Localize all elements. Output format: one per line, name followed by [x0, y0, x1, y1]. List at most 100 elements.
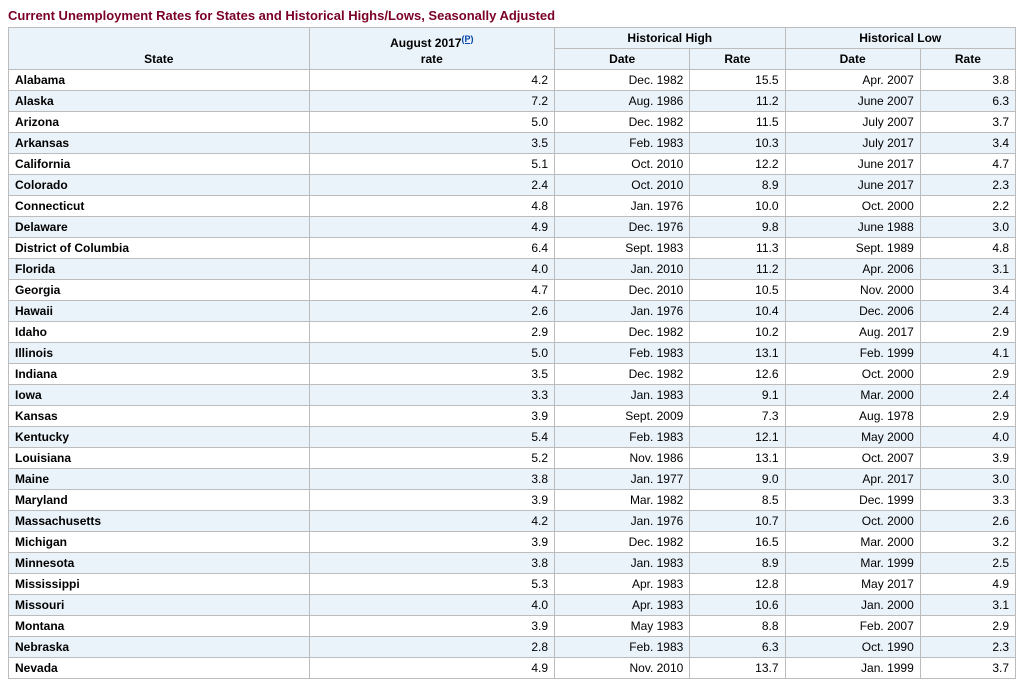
cell-high-date: Jan. 1983	[555, 553, 690, 574]
cell-state: Connecticut	[9, 196, 310, 217]
cell-current-rate: 5.4	[309, 427, 554, 448]
cell-low-rate: 2.2	[920, 196, 1015, 217]
cell-low-date: Jan. 2000	[785, 595, 920, 616]
cell-high-date: Dec. 1982	[555, 322, 690, 343]
unemployment-table: State August 2017(P) rate Historical Hig…	[8, 27, 1016, 679]
cell-high-date: Feb. 1983	[555, 427, 690, 448]
cell-state: Nevada	[9, 658, 310, 679]
cell-low-rate: 3.9	[920, 448, 1015, 469]
cell-low-rate: 3.4	[920, 133, 1015, 154]
cell-low-rate: 3.7	[920, 658, 1015, 679]
cell-high-date: Dec. 2010	[555, 280, 690, 301]
cell-high-rate: 9.0	[690, 469, 785, 490]
cell-high-date: Feb. 1983	[555, 343, 690, 364]
cell-state: District of Columbia	[9, 238, 310, 259]
cell-current-rate: 3.9	[309, 490, 554, 511]
cell-high-date: Sept. 1983	[555, 238, 690, 259]
cell-high-rate: 10.2	[690, 322, 785, 343]
cell-current-rate: 3.8	[309, 553, 554, 574]
cell-low-date: May 2000	[785, 427, 920, 448]
cell-low-rate: 6.3	[920, 91, 1015, 112]
cell-low-date: Jan. 1999	[785, 658, 920, 679]
cell-low-date: June 1988	[785, 217, 920, 238]
cell-low-date: Oct. 2000	[785, 196, 920, 217]
cell-state: Mississippi	[9, 574, 310, 595]
cell-high-rate: 16.5	[690, 532, 785, 553]
cell-current-rate: 2.4	[309, 175, 554, 196]
col-header-high-date: Date	[555, 49, 690, 70]
cell-state: Montana	[9, 616, 310, 637]
cell-low-rate: 4.9	[920, 574, 1015, 595]
cell-high-date: Mar. 1982	[555, 490, 690, 511]
cell-low-rate: 4.8	[920, 238, 1015, 259]
col-header-historical-high: Historical High	[555, 28, 785, 49]
cell-low-date: Aug. 2017	[785, 322, 920, 343]
cell-high-date: Apr. 1983	[555, 595, 690, 616]
cell-low-date: Mar. 1999	[785, 553, 920, 574]
cell-low-date: Oct. 2007	[785, 448, 920, 469]
cell-current-rate: 4.8	[309, 196, 554, 217]
cell-high-rate: 11.5	[690, 112, 785, 133]
cell-low-date: Oct. 2000	[785, 364, 920, 385]
cell-high-date: Dec. 1982	[555, 532, 690, 553]
cell-state: Louisiana	[9, 448, 310, 469]
rate-sub-label: rate	[421, 52, 443, 66]
cell-state: Missouri	[9, 595, 310, 616]
table-row: Nebraska2.8Feb. 19836.3Oct. 19902.3	[9, 637, 1016, 658]
cell-current-rate: 4.9	[309, 658, 554, 679]
table-row: Missouri4.0Apr. 198310.6Jan. 20003.1	[9, 595, 1016, 616]
cell-low-date: Sept. 1989	[785, 238, 920, 259]
cell-low-date: May 2017	[785, 574, 920, 595]
cell-state: Minnesota	[9, 553, 310, 574]
cell-high-rate: 15.5	[690, 70, 785, 91]
cell-high-date: Jan. 1983	[555, 385, 690, 406]
cell-high-date: Jan. 1976	[555, 196, 690, 217]
cell-low-rate: 2.4	[920, 301, 1015, 322]
cell-high-rate: 8.9	[690, 553, 785, 574]
cell-current-rate: 2.8	[309, 637, 554, 658]
cell-high-rate: 13.1	[690, 448, 785, 469]
cell-state: Kentucky	[9, 427, 310, 448]
table-row: Arizona5.0Dec. 198211.5July 20073.7	[9, 112, 1016, 133]
cell-state: Kansas	[9, 406, 310, 427]
cell-low-date: Apr. 2007	[785, 70, 920, 91]
cell-state: Arkansas	[9, 133, 310, 154]
cell-high-rate: 10.6	[690, 595, 785, 616]
cell-state: Hawaii	[9, 301, 310, 322]
cell-current-rate: 4.0	[309, 259, 554, 280]
cell-current-rate: 5.0	[309, 112, 554, 133]
cell-high-rate: 8.5	[690, 490, 785, 511]
cell-high-date: Dec. 1982	[555, 112, 690, 133]
cell-state: Idaho	[9, 322, 310, 343]
table-row: Florida4.0Jan. 201011.2Apr. 20063.1	[9, 259, 1016, 280]
cell-high-date: Aug. 1986	[555, 91, 690, 112]
cell-current-rate: 5.3	[309, 574, 554, 595]
cell-high-date: May 1983	[555, 616, 690, 637]
cell-high-rate: 10.5	[690, 280, 785, 301]
table-row: California5.1Oct. 201012.2June 20174.7	[9, 154, 1016, 175]
cell-current-rate: 7.2	[309, 91, 554, 112]
cell-state: Alaska	[9, 91, 310, 112]
table-row: Nevada4.9Nov. 201013.7Jan. 19993.7	[9, 658, 1016, 679]
cell-state: Illinois	[9, 343, 310, 364]
cell-current-rate: 2.9	[309, 322, 554, 343]
cell-high-rate: 7.3	[690, 406, 785, 427]
col-header-high-rate: Rate	[690, 49, 785, 70]
cell-low-rate: 2.3	[920, 175, 1015, 196]
cell-high-date: Nov. 2010	[555, 658, 690, 679]
cell-current-rate: 4.0	[309, 595, 554, 616]
footnote-p-link[interactable]: (P)	[461, 34, 473, 44]
table-row: Indiana3.5Dec. 198212.6Oct. 20002.9	[9, 364, 1016, 385]
cell-low-rate: 2.3	[920, 637, 1015, 658]
cell-high-date: Jan. 1976	[555, 511, 690, 532]
table-row: Connecticut4.8Jan. 197610.0Oct. 20002.2	[9, 196, 1016, 217]
table-row: Minnesota3.8Jan. 19838.9Mar. 19992.5	[9, 553, 1016, 574]
cell-current-rate: 4.9	[309, 217, 554, 238]
col-header-historical-low: Historical Low	[785, 28, 1016, 49]
cell-high-rate: 11.2	[690, 91, 785, 112]
cell-high-rate: 9.8	[690, 217, 785, 238]
table-row: Montana3.9May 19838.8Feb. 20072.9	[9, 616, 1016, 637]
table-row: Louisiana5.2Nov. 198613.1Oct. 20073.9	[9, 448, 1016, 469]
cell-low-rate: 2.4	[920, 385, 1015, 406]
cell-low-rate: 3.1	[920, 259, 1015, 280]
